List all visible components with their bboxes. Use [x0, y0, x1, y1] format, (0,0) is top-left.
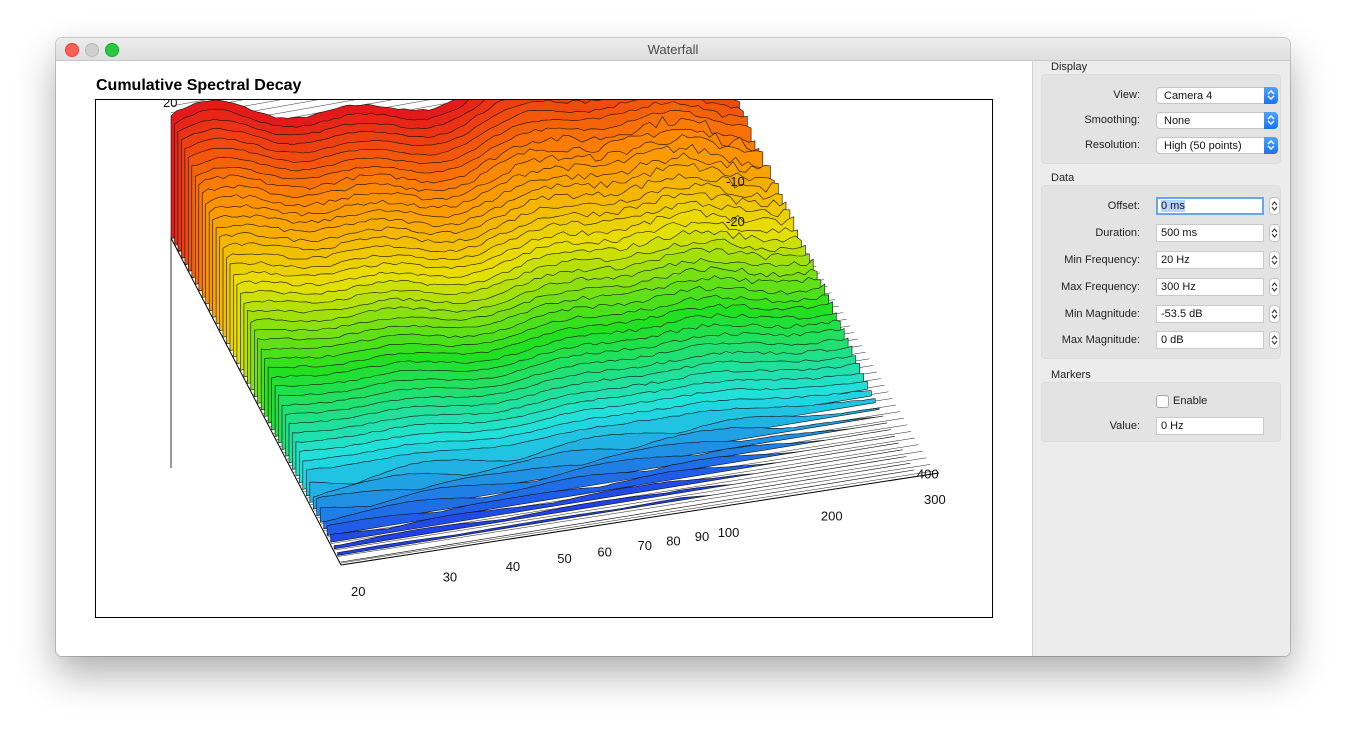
max-magnitude-label: Max Magnitude: — [1061, 334, 1140, 346]
window-title: Waterfall — [647, 42, 699, 57]
view-label: View: — [1113, 89, 1140, 101]
min-frequency-stepper[interactable] — [1269, 251, 1280, 269]
data-group: Offset: 0 ms Duration: 500 ms Min Freque… — [1041, 185, 1281, 359]
duration-stepper[interactable] — [1269, 224, 1280, 242]
offset-stepper[interactable] — [1269, 197, 1280, 215]
front-freq-tick-label: 200 — [821, 509, 843, 524]
front-freq-tick-label: 100 — [718, 525, 740, 540]
max-frequency-stepper[interactable] — [1269, 278, 1280, 296]
waterfall-window: Waterfall Cumulative Spectral Decay 20 30… — [56, 38, 1290, 656]
front-freq-tick-label: 80 — [666, 533, 680, 548]
view-select-value: Camera 4 — [1164, 90, 1213, 102]
offset-input[interactable]: 0 ms — [1156, 197, 1264, 215]
marker-value-label: Value: — [1109, 420, 1140, 432]
markers-group-title: Markers — [1051, 369, 1091, 381]
front-freq-tick-label: 40 — [506, 559, 520, 574]
smoothing-select-value: None — [1164, 115, 1191, 127]
settings-sidebar: Display View: Camera 4 Smoothing: None R… — [1032, 61, 1290, 656]
display-group-title: Display — [1051, 61, 1088, 73]
resolution-select-chevron-icon — [1264, 137, 1278, 154]
chart-area: Cumulative Spectral Decay 20 30 40 50 60 70 80… — [56, 61, 1032, 656]
front-freq-tick-label: 60 — [597, 544, 611, 559]
max-frequency-label: Max Frequency: — [1061, 281, 1140, 293]
resolution-label: Resolution: — [1084, 139, 1140, 151]
data-group-title: Data — [1051, 172, 1075, 184]
view-select[interactable]: Camera 4 — [1156, 87, 1278, 104]
offset-input-value: 0 ms — [1161, 200, 1185, 212]
max-magnitude-stepper[interactable] — [1269, 331, 1280, 349]
min-frequency-label: Min Frequency: — [1064, 254, 1140, 266]
front-freq-tick-label: 50 — [557, 551, 571, 566]
front-freq-tick-label: 400 — [917, 466, 939, 481]
resolution-select[interactable]: High (50 points) — [1156, 137, 1278, 154]
plot-frame: 2030405060708090100200300203040506070809… — [95, 99, 993, 618]
markers-enable-label: Enable — [1173, 395, 1208, 407]
magnitude-tick-label: -20 — [726, 214, 745, 229]
min-frequency-input[interactable]: 20 Hz — [1156, 251, 1264, 269]
back-freq-tick-label: 20 — [163, 100, 177, 110]
markers-group: Enable Value: 0 Hz — [1041, 382, 1281, 442]
view-select-chevron-icon — [1264, 87, 1278, 104]
marker-value-input[interactable]: 0 Hz — [1156, 417, 1264, 435]
magnitude-tick-label: -10 — [726, 174, 745, 189]
max-frequency-input[interactable]: 300 Hz — [1156, 278, 1264, 296]
smoothing-label: Smoothing: — [1084, 114, 1140, 126]
min-magnitude-stepper[interactable] — [1269, 305, 1280, 323]
max-magnitude-input[interactable]: 0 dB — [1156, 331, 1264, 349]
min-magnitude-label: Min Magnitude: — [1064, 308, 1140, 320]
front-freq-tick-label: 300 — [924, 492, 946, 507]
display-group: View: Camera 4 Smoothing: None Resolutio… — [1041, 74, 1281, 164]
decay-slices — [170, 100, 915, 563]
offset-label: Offset: — [1107, 200, 1140, 212]
chart-title: Cumulative Spectral Decay — [96, 77, 302, 94]
min-magnitude-input[interactable]: -53.5 dB — [1156, 305, 1264, 323]
markers-enable-checkbox[interactable] — [1156, 395, 1169, 408]
title-bar: Waterfall — [56, 38, 1290, 61]
front-freq-tick-label: 30 — [443, 569, 457, 584]
front-freq-tick-label: 90 — [695, 529, 709, 544]
front-freq-tick-label: 20 — [351, 584, 365, 599]
waterfall-plot: 2030405060708090100200300203040506070809… — [163, 100, 946, 599]
smoothing-select-chevron-icon — [1264, 112, 1278, 129]
duration-input[interactable]: 500 ms — [1156, 224, 1264, 242]
duration-label: Duration: — [1095, 227, 1140, 239]
resolution-select-value: High (50 points) — [1164, 140, 1242, 152]
front-freq-tick-label: 70 — [638, 538, 652, 553]
smoothing-select[interactable]: None — [1156, 112, 1278, 129]
